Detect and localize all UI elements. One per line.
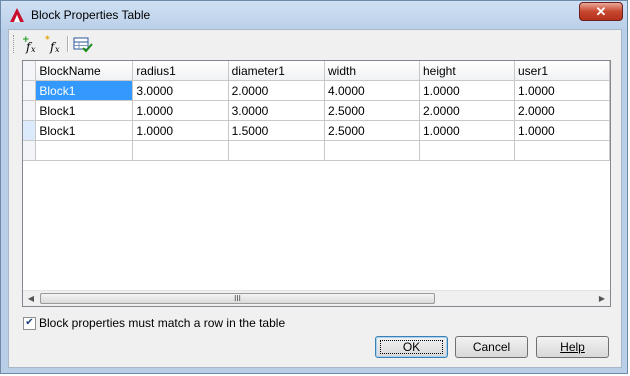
table-cell[interactable]: 2.0000	[514, 100, 610, 121]
match-row-label[interactable]: Block properties must match a row in the…	[39, 316, 285, 330]
table-row: Block1 1.0000 1.5000 2.5000 1.0000 1.000…	[23, 120, 610, 141]
scroll-right-icon[interactable]: ▶	[597, 294, 607, 304]
title-bar[interactable]: Block Properties Table ✕	[1, 1, 627, 29]
table-cell[interactable]: 2.5000	[324, 120, 420, 141]
focus-rectangle	[380, 340, 443, 354]
table-cell[interactable]	[132, 140, 229, 161]
column-header-diameter1[interactable]: diameter1	[228, 61, 326, 81]
table-cell[interactable]: 2.0000	[419, 100, 515, 121]
help-button[interactable]: Help	[536, 336, 609, 358]
table-cell[interactable]	[514, 140, 610, 161]
table-row-new	[23, 140, 610, 161]
properties-grid[interactable]: BlockName radius1 diameter1 width height…	[22, 60, 611, 307]
close-button[interactable]: ✕	[579, 2, 623, 21]
row-header[interactable]	[23, 120, 37, 141]
svg-text:x: x	[31, 45, 36, 54]
table-cell[interactable]: 2.5000	[324, 100, 420, 121]
cancel-button[interactable]: Cancel	[455, 336, 528, 358]
window-title: Block Properties Table	[31, 8, 151, 22]
corner-header	[23, 61, 37, 81]
row-header[interactable]	[23, 100, 37, 121]
scrollbar-grip: III	[234, 294, 241, 303]
dialog-window: Block Properties Table ✕ + f x * f x Blo…	[0, 0, 628, 374]
properties-table: BlockName radius1 diameter1 width height…	[23, 61, 610, 161]
column-header-blockname[interactable]: BlockName	[35, 61, 134, 81]
toolbar-grip	[13, 35, 17, 53]
scrollbar-thumb[interactable]: III	[40, 293, 435, 304]
table-cell[interactable]	[35, 140, 134, 161]
add-property-button[interactable]: + f x	[19, 34, 41, 54]
new-user-parameter-button[interactable]: * f x	[43, 34, 65, 54]
horizontal-scrollbar[interactable]: ◀ III ▶	[23, 290, 610, 306]
link-verify-button[interactable]	[72, 34, 94, 54]
table-cell[interactable]	[228, 140, 326, 161]
svg-text:x: x	[55, 45, 60, 54]
autocad-logo-icon	[10, 8, 24, 22]
table-cell[interactable]: 4.0000	[324, 80, 420, 101]
checkmark-icon: ✔	[25, 317, 34, 328]
table-cell[interactable]: 1.0000	[419, 80, 515, 101]
link-verify-icon	[73, 37, 93, 53]
toolbar-separator	[67, 36, 69, 52]
table-cell[interactable]: 1.0000	[132, 100, 229, 121]
table-cell[interactable]: 1.5000	[228, 120, 326, 141]
column-header-radius1[interactable]: radius1	[132, 61, 229, 81]
table-row: Block1 3.0000 2.0000 4.0000 1.0000 1.000…	[23, 80, 610, 101]
table-cell[interactable]	[419, 140, 515, 161]
column-header-user1[interactable]: user1	[514, 61, 610, 81]
column-header-height[interactable]: height	[419, 61, 515, 81]
dialog-body: + f x * f x BlockName radius1 diameter1 …	[8, 29, 622, 368]
close-icon: ✕	[595, 4, 607, 19]
row-header[interactable]	[23, 80, 37, 101]
table-cell[interactable]: Block1	[35, 120, 134, 141]
table-cell[interactable]	[324, 140, 420, 161]
table-cell[interactable]: 3.0000	[228, 100, 326, 121]
help-label: Help	[560, 340, 585, 354]
table-cell[interactable]: 1.0000	[514, 80, 610, 101]
table-cell[interactable]: Block1	[35, 80, 134, 101]
scroll-left-icon[interactable]: ◀	[26, 294, 36, 304]
column-header-width[interactable]: width	[324, 61, 420, 81]
header-row: BlockName radius1 diameter1 width height…	[23, 61, 610, 81]
table-cell[interactable]: 2.0000	[228, 80, 326, 101]
cancel-label: Cancel	[472, 340, 511, 354]
table-row: Block1 1.0000 3.0000 2.5000 2.0000 2.000…	[23, 100, 610, 121]
table-cell[interactable]: 1.0000	[419, 120, 515, 141]
add-property-icon: + f x	[22, 35, 36, 54]
table-cell[interactable]: 3.0000	[132, 80, 229, 101]
table-cell[interactable]: Block1	[35, 100, 134, 121]
row-header[interactable]	[23, 140, 37, 161]
table-cell[interactable]: 1.0000	[514, 120, 610, 141]
new-user-parameter-icon: * f x	[45, 35, 60, 54]
match-row-checkbox[interactable]: ✔	[23, 317, 36, 330]
table-cell[interactable]: 1.0000	[132, 120, 229, 141]
ok-button[interactable]: OK	[375, 336, 448, 358]
